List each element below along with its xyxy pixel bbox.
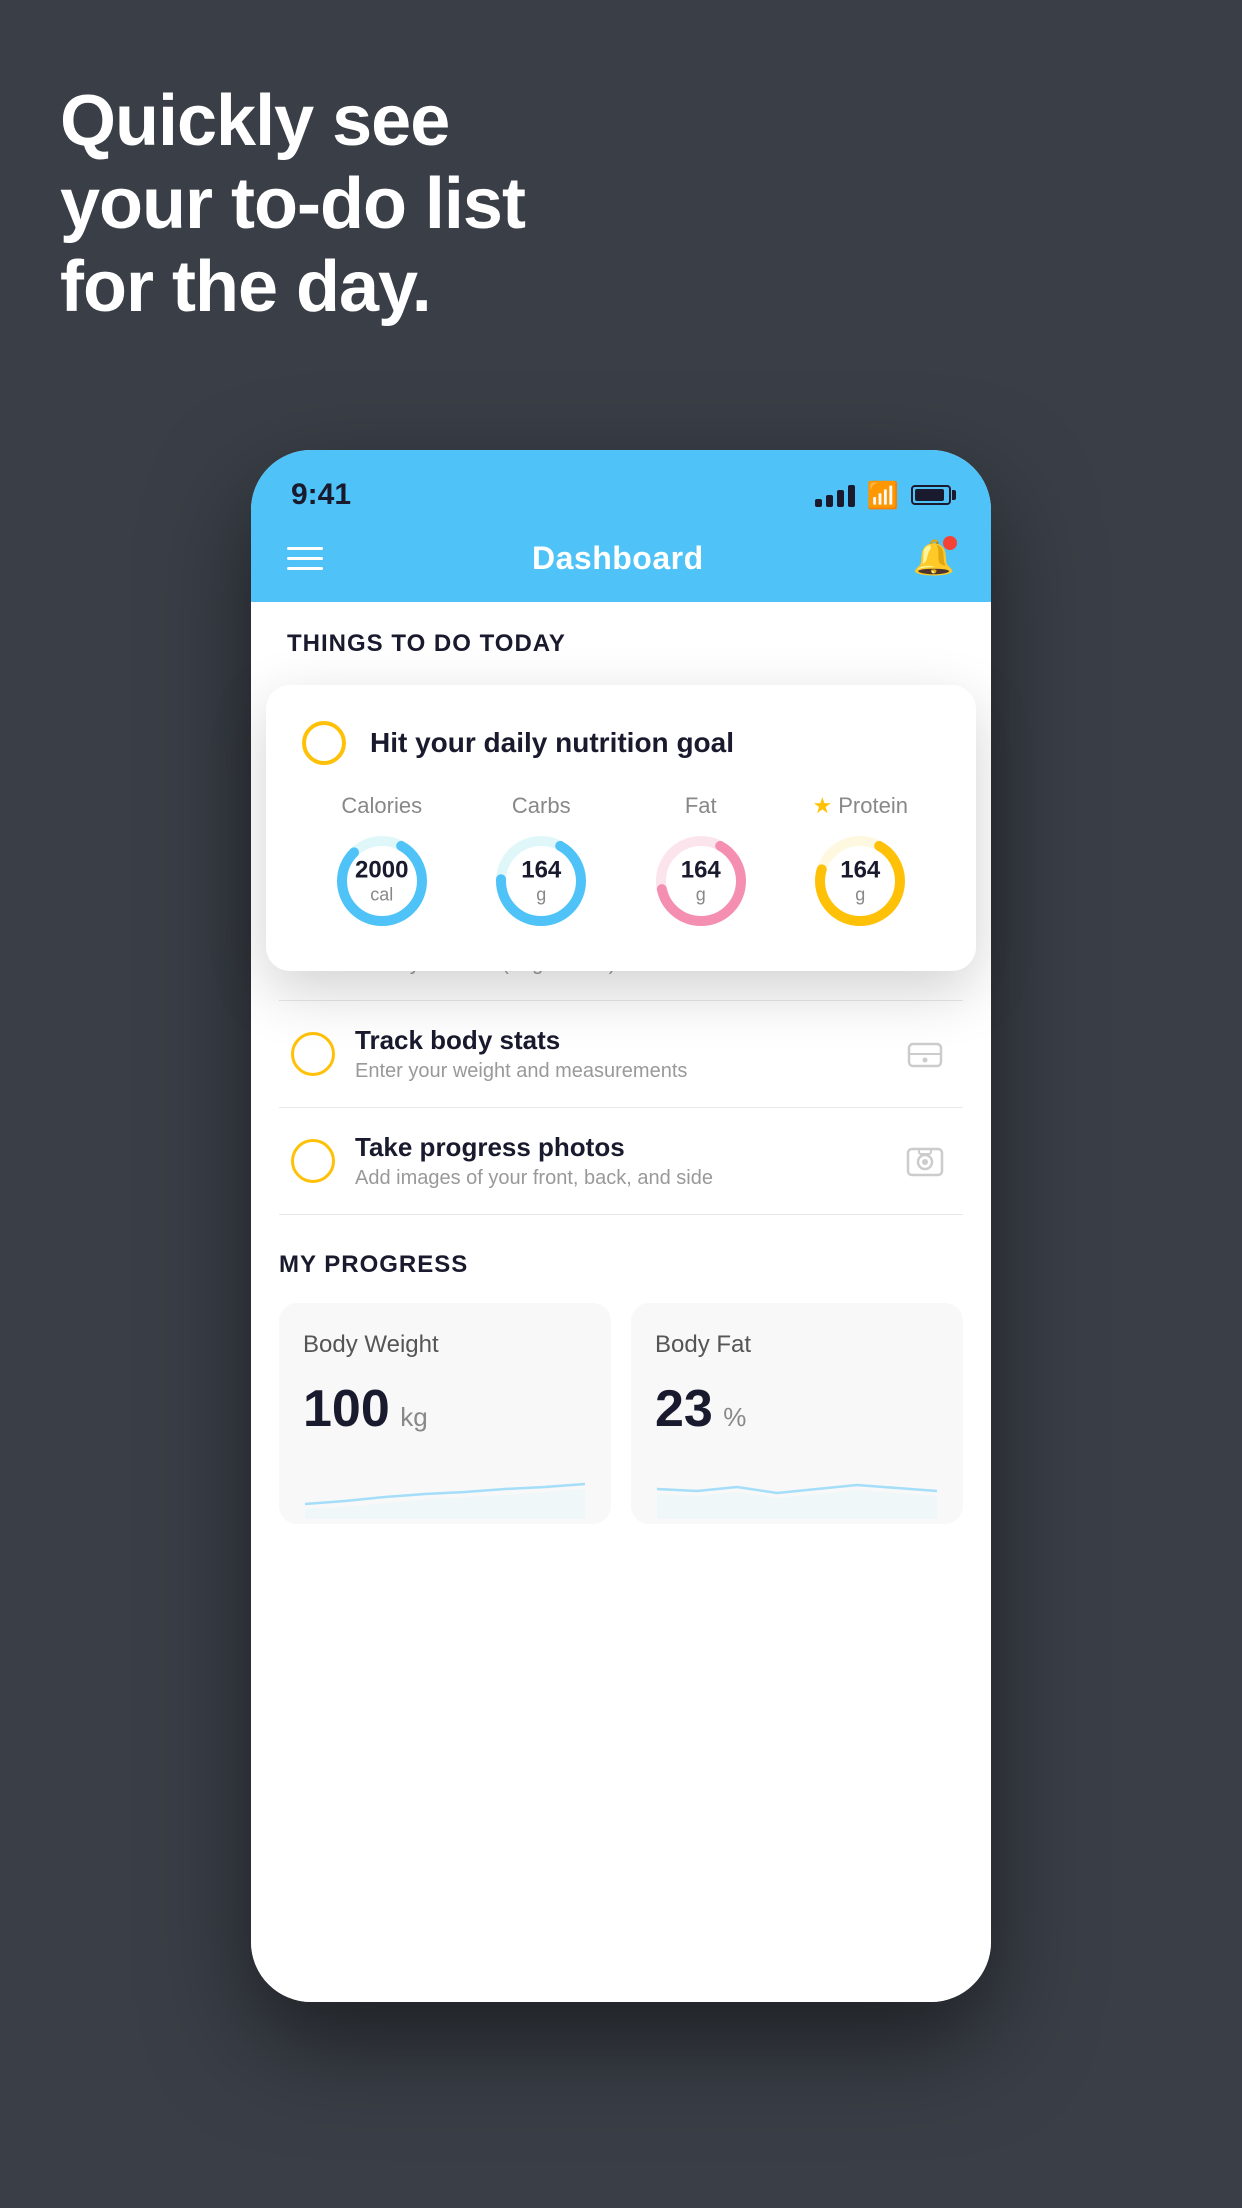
ring-label-protein: ★ Protein <box>813 793 908 819</box>
body-fat-sparkline <box>655 1459 939 1519</box>
scale-icon <box>899 1028 951 1080</box>
phone-frame: 9:41 📶 Dashboard 🔔 THINGS TO DO TODAY <box>251 450 991 2002</box>
ring-fat-value-group: 164 g <box>681 857 721 906</box>
ring-fat: Fat 164 g <box>651 793 751 931</box>
body-weight-value: 100 <box>303 1380 390 1438</box>
todo-circle-body-stats <box>291 1032 335 1076</box>
body-fat-card[interactable]: Body Fat 23 % <box>631 1303 963 1524</box>
todo-name-photos: Take progress photos <box>355 1132 879 1163</box>
ring-carbs-value-group: 164 g <box>521 857 561 906</box>
notification-badge <box>943 536 957 550</box>
body-fat-value-row: 23 % <box>655 1379 939 1439</box>
ring-label-carbs: Carbs <box>512 793 571 819</box>
todo-sub-body-stats: Enter your weight and measurements <box>355 1060 879 1083</box>
ring-fat-unit: g <box>681 885 721 906</box>
todo-circle-photos <box>291 1139 335 1183</box>
todo-item-body-stats[interactable]: Track body stats Enter your weight and m… <box>279 1001 963 1108</box>
ring-protein-value-group: 164 g <box>840 857 880 906</box>
todo-item-photos[interactable]: Take progress photos Add images of your … <box>279 1108 963 1215</box>
status-time: 9:41 <box>291 478 351 512</box>
ring-label-calories: Calories <box>341 793 422 819</box>
body-fat-value: 23 <box>655 1380 713 1438</box>
body-weight-value-row: 100 kg <box>303 1379 587 1439</box>
ring-calories-chart: 2000 cal <box>332 831 432 931</box>
ring-carbs: Carbs 164 g <box>491 793 591 931</box>
hero-line1: Quickly see <box>60 80 525 163</box>
photo-icon <box>899 1135 951 1187</box>
ring-fat-value: 164 <box>681 857 721 885</box>
signal-icon <box>815 483 855 507</box>
ring-calories-value-group: 2000 cal <box>355 857 408 906</box>
body-weight-unit: kg <box>400 1402 427 1432</box>
ring-carbs-unit: g <box>521 885 561 906</box>
star-icon: ★ <box>813 793 833 819</box>
ring-carbs-value: 164 <box>521 857 561 885</box>
progress-heading: MY PROGRESS <box>279 1251 963 1279</box>
todo-sub-photos: Add images of your front, back, and side <box>355 1167 879 1190</box>
ring-protein-value: 164 <box>840 857 880 885</box>
body-weight-title: Body Weight <box>303 1331 587 1359</box>
battery-icon <box>911 485 951 505</box>
progress-cards: Body Weight 100 kg Body Fat 23 % <box>279 1303 963 1524</box>
nutrition-card-title: Hit your daily nutrition goal <box>370 727 734 759</box>
nutrition-check-circle <box>302 721 346 765</box>
header-title: Dashboard <box>532 540 704 577</box>
status-icons: 📶 <box>815 480 951 511</box>
hero-text: Quickly see your to-do list for the day. <box>60 80 525 328</box>
todo-name-body-stats: Track body stats <box>355 1025 879 1056</box>
ring-calories-value: 2000 <box>355 857 408 885</box>
ring-protein: ★ Protein 164 g <box>810 793 910 931</box>
nutrition-card[interactable]: Hit your daily nutrition goal Calories 2… <box>266 685 976 971</box>
ring-calories: Calories 2000 cal <box>332 793 432 931</box>
ring-carbs-chart: 164 g <box>491 831 591 931</box>
things-to-do-heading: THINGS TO DO TODAY <box>251 602 991 674</box>
notification-button[interactable]: 🔔 <box>913 538 955 578</box>
app-header: Dashboard 🔔 <box>251 522 991 602</box>
progress-section: MY PROGRESS Body Weight 100 kg B <box>251 1215 991 1552</box>
ring-protein-unit: g <box>840 885 880 906</box>
wifi-icon: 📶 <box>867 480 899 511</box>
body-weight-card[interactable]: Body Weight 100 kg <box>279 1303 611 1524</box>
hero-line3: for the day. <box>60 246 525 329</box>
ring-fat-chart: 164 g <box>651 831 751 931</box>
menu-button[interactable] <box>287 547 323 570</box>
body-fat-unit: % <box>723 1402 746 1432</box>
todo-text-photos: Take progress photos Add images of your … <box>355 1132 879 1190</box>
ring-label-fat: Fat <box>685 793 717 819</box>
nutrition-card-header: Hit your daily nutrition goal <box>302 721 940 765</box>
hero-line2: your to-do list <box>60 163 525 246</box>
body-weight-sparkline <box>303 1459 587 1519</box>
body-fat-title: Body Fat <box>655 1331 939 1359</box>
status-bar: 9:41 📶 <box>251 450 991 522</box>
nutrition-rings: Calories 2000 cal Carbs <box>302 793 940 931</box>
ring-calories-unit: cal <box>355 885 408 906</box>
todo-text-body-stats: Track body stats Enter your weight and m… <box>355 1025 879 1083</box>
ring-protein-chart: 164 g <box>810 831 910 931</box>
